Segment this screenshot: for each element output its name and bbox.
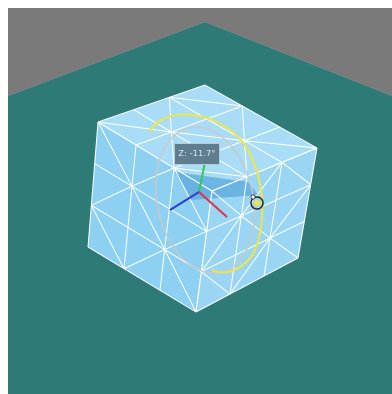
3d-viewport[interactable]: Z: -11.7° xyxy=(0,0,392,394)
rotation-angle-tooltip: Z: -11.7° xyxy=(174,143,220,165)
scene-canvas[interactable] xyxy=(0,0,392,394)
